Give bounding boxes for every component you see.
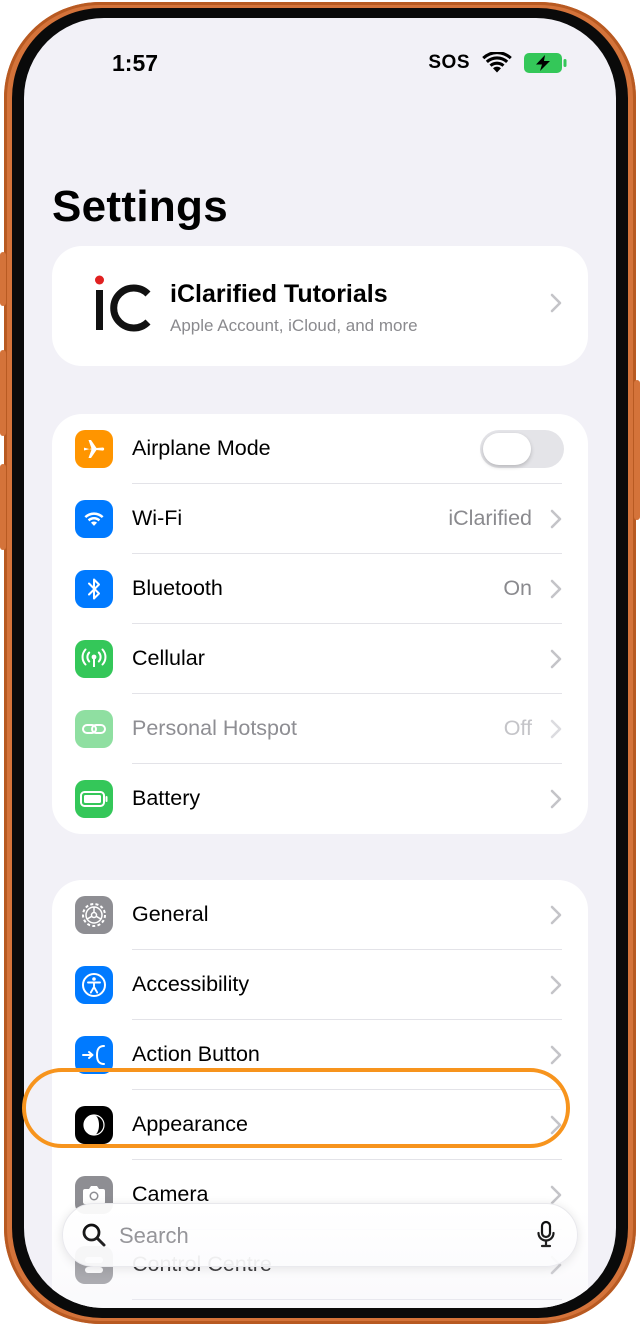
chevron-right-icon [550,579,562,599]
chevron-right-icon [550,975,562,995]
row-label: Airplane Mode [132,436,271,460]
row-label: Personal Hotspot [132,716,297,740]
row-battery[interactable]: Battery [52,764,588,834]
chevron-right-icon [550,649,562,669]
airplane-icon [75,430,113,468]
page-title: Settings [52,182,228,231]
search-input[interactable] [119,1220,499,1252]
row-label: Wi-Fi [132,506,183,530]
row-label: General [132,902,209,926]
battery-charging-icon [524,53,567,73]
airplane-mode-toggle[interactable] [480,430,564,468]
chevron-right-icon [550,719,562,739]
row-general[interactable]: General [52,880,588,950]
status-time: 1:57 [112,50,159,76]
bluetooth-value: On [503,576,532,600]
row-airplane-mode[interactable]: Airplane Mode [52,414,588,484]
chevron-right-icon [550,293,562,313]
toggle-knob [483,433,531,465]
action-side-button [0,252,6,306]
chevron-right-icon [550,789,562,809]
cellular-icon [75,640,113,678]
gear-icon [75,896,113,934]
volume-down-button [0,464,6,550]
account-name: iClarified Tutorials [170,280,388,308]
action-button-icon [75,1036,113,1074]
chevron-right-icon [550,1045,562,1065]
row-accessibility[interactable]: Accessibility [52,950,588,1020]
hotspot-value: Off [503,716,532,740]
wifi-icon [75,500,113,538]
status-bar: 1:57 SOS [24,18,616,108]
bluetooth-icon [75,570,113,608]
sos-label: SOS [428,52,470,73]
appearance-icon [75,1106,113,1144]
row-label: Appearance [132,1112,248,1136]
search-icon [81,1222,107,1253]
row-separator [132,1299,562,1300]
connectivity-group: Airplane Mode Wi-Fi iClarified Bluetooth [52,414,588,834]
row-label: Action Button [132,1042,260,1066]
volume-up-button [0,350,6,436]
row-bluetooth[interactable]: Bluetooth On [52,554,588,624]
row-label: Battery [132,786,201,810]
hotspot-icon [75,710,113,748]
microphone-icon[interactable] [535,1220,557,1255]
power-button [634,380,640,520]
screen: 1:57 SOS Settings iClarified Tutorials A… [24,18,616,1308]
row-appearance[interactable]: Appearance [52,1090,588,1160]
row-personal-hotspot[interactable]: Personal Hotspot Off [52,694,588,764]
accessibility-icon [75,966,113,1004]
row-cellular[interactable]: Cellular [52,624,588,694]
row-wifi[interactable]: Wi-Fi iClarified [52,484,588,554]
row-label: Bluetooth [132,576,223,600]
row-label: Accessibility [132,972,250,996]
apple-account-card[interactable]: iClarified Tutorials Apple Account, iClo… [52,246,588,366]
wifi-network-value: iClarified [448,506,532,530]
row-label: Cellular [132,646,205,670]
chevron-right-icon [550,905,562,925]
iclarified-logo-icon [95,275,151,332]
account-subtitle: Apple Account, iCloud, and more [170,316,418,335]
row-action-button[interactable]: Action Button [52,1020,588,1090]
battery-icon [75,780,113,818]
chevron-right-icon [550,1115,562,1135]
wifi-status-icon [482,52,512,73]
status-indicators: SOS [428,52,568,74]
search-bar[interactable] [62,1203,578,1267]
chevron-right-icon [550,509,562,529]
